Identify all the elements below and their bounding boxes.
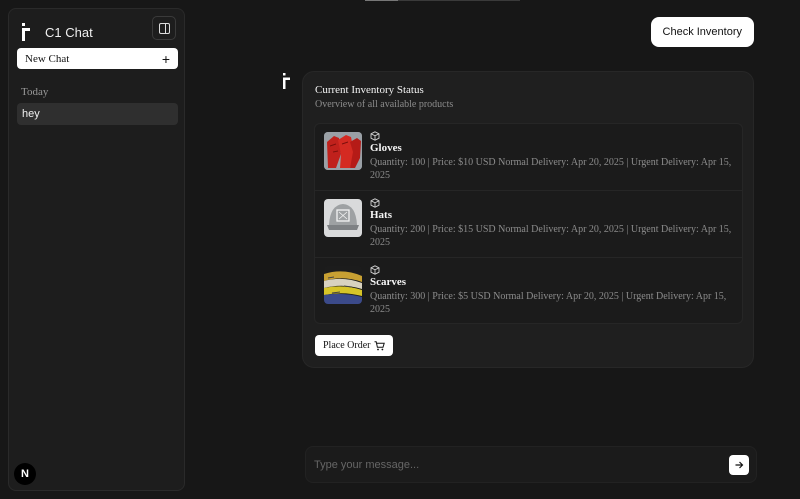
list-item: Scarves Quantity: 300 | Price: $5 USD No…: [315, 258, 742, 325]
history-item[interactable]: hey: [17, 103, 178, 125]
history-section-label: Today: [21, 86, 49, 98]
scarves-image: [324, 266, 362, 304]
card-subtitle: Overview of all available products: [315, 99, 454, 110]
new-chat-button[interactable]: New Chat +: [17, 48, 178, 69]
sidebar-toggle-button[interactable]: [152, 16, 176, 40]
inventory-list: Gloves Quantity: 100 | Price: $10 USD No…: [314, 123, 743, 324]
item-description: Quantity: 200 | Price: $15 USD Normal De…: [370, 224, 732, 248]
user-message: Check Inventory: [650, 17, 754, 47]
item-name: Gloves: [370, 142, 402, 154]
cart-icon: [374, 340, 386, 350]
brand: C1 Chat: [21, 21, 93, 43]
message-composer: [305, 446, 757, 483]
package-icon: [370, 198, 380, 208]
message-input[interactable]: [314, 455, 714, 475]
package-icon: [370, 131, 380, 141]
package-icon: [370, 265, 380, 275]
item-description: Quantity: 300 | Price: $5 USD Normal Del…: [370, 291, 727, 315]
card-title: Current Inventory Status: [315, 84, 424, 96]
item-name: Hats: [370, 209, 392, 221]
avatar[interactable]: N: [14, 463, 36, 485]
list-item: Hats Quantity: 200 | Price: $15 USD Norm…: [315, 191, 742, 258]
scroll-indicator: [365, 0, 520, 1]
app-title: C1 Chat: [45, 24, 93, 40]
item-name: Scarves: [370, 276, 407, 288]
hats-image: [324, 199, 362, 237]
send-button[interactable]: [729, 455, 749, 475]
gloves-image: [324, 132, 362, 170]
c1-logo-icon: [22, 23, 30, 41]
new-chat-label: New Chat: [25, 52, 70, 65]
sidebar-toggle-icon: [158, 22, 170, 34]
history-item-label: hey: [22, 108, 40, 120]
assistant-avatar-icon: [283, 73, 290, 89]
list-item: Gloves Quantity: 100 | Price: $10 USD No…: [315, 124, 742, 191]
item-description: Quantity: 100 | Price: $10 USD Normal De…: [370, 157, 732, 181]
place-order-button[interactable]: Place Order: [315, 335, 394, 356]
arrow-right-icon: [735, 461, 744, 469]
sidebar: C1 Chat New Chat + Today hey N: [8, 8, 185, 491]
inventory-card: Current Inventory Status Overview of all…: [302, 71, 754, 368]
place-order-label: Place Order: [323, 340, 371, 351]
plus-icon: +: [161, 50, 170, 67]
